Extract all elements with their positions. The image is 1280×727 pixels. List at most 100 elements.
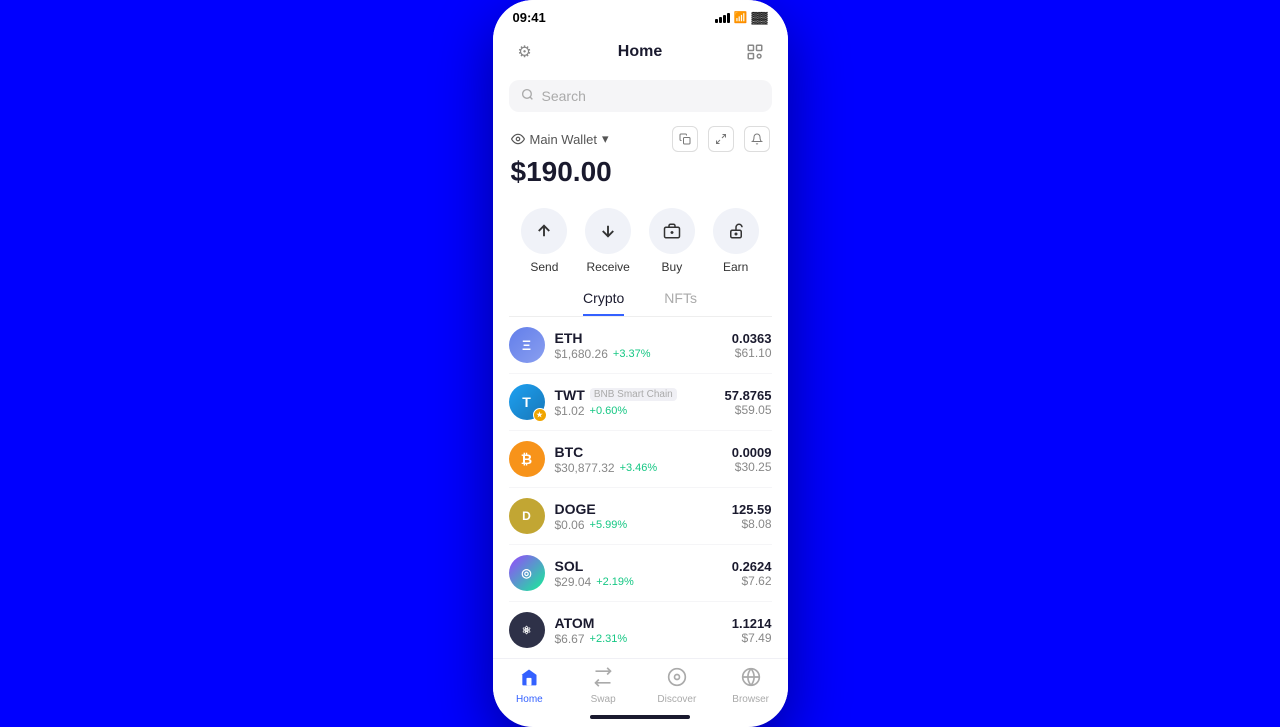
nav-browser-label: Browser bbox=[732, 694, 769, 705]
twt-network: BNB Smart Chain bbox=[590, 388, 677, 401]
notification-icon[interactable] bbox=[744, 126, 770, 152]
scan-icon[interactable] bbox=[741, 38, 769, 66]
buy-button[interactable]: Buy bbox=[649, 208, 695, 274]
atom-price: $6.67 bbox=[555, 632, 585, 646]
eth-ticker: ETH bbox=[555, 330, 583, 346]
wallet-right-icons bbox=[672, 126, 770, 152]
bottom-nav: Home Swap Discover bbox=[493, 658, 788, 711]
doge-values: 125.59 $8.08 bbox=[732, 502, 772, 531]
send-button[interactable]: Send bbox=[521, 208, 567, 274]
wallet-name: Main Wallet bbox=[530, 132, 597, 147]
eye-icon bbox=[511, 132, 525, 146]
copy-icon[interactable] bbox=[672, 126, 698, 152]
list-item[interactable]: ₿ BTC $30,877.32 +3.46% 0.0009 $30.25 bbox=[509, 431, 772, 488]
atom-icon: ⚛ bbox=[509, 612, 545, 648]
signal-icon bbox=[715, 13, 730, 23]
twt-price: $1.02 bbox=[555, 404, 585, 418]
list-item[interactable]: ◎ SOL $29.04 +2.19% 0.2624 $7.62 bbox=[509, 545, 772, 602]
atom-ticker: ATOM bbox=[555, 615, 595, 631]
crypto-list: Ξ ETH $1,680.26 +3.37% 0.0363 $61.10 T ★ bbox=[493, 317, 788, 658]
twt-ticker: TWT bbox=[555, 387, 585, 403]
nav-home-label: Home bbox=[516, 694, 543, 705]
expand-icon[interactable] bbox=[708, 126, 734, 152]
wallet-dropdown-icon[interactable]: ▾ bbox=[602, 131, 609, 147]
send-icon-circle bbox=[521, 208, 567, 254]
btc-price: $30,877.32 bbox=[555, 461, 615, 475]
sol-amount: 0.2624 bbox=[732, 559, 772, 574]
receive-icon-circle bbox=[585, 208, 631, 254]
atom-amount: 1.1214 bbox=[732, 616, 772, 631]
buy-icon-circle bbox=[649, 208, 695, 254]
battery-icon: ▓▓ bbox=[751, 12, 767, 24]
wallet-section: Main Wallet ▾ bbox=[493, 122, 788, 198]
home-icon bbox=[519, 667, 539, 692]
sol-ticker: SOL bbox=[555, 558, 584, 574]
asset-tabs: Crypto NFTs bbox=[509, 290, 772, 317]
twt-amount: 57.8765 bbox=[725, 388, 772, 403]
eth-change: +3.37% bbox=[613, 348, 651, 360]
doge-ticker: DOGE bbox=[555, 501, 596, 517]
doge-amount: 125.59 bbox=[732, 502, 772, 517]
sol-usd: $7.62 bbox=[732, 574, 772, 588]
sol-values: 0.2624 $7.62 bbox=[732, 559, 772, 588]
nav-swap[interactable]: Swap bbox=[578, 667, 628, 705]
home-indicator bbox=[590, 715, 690, 719]
settings-icon[interactable]: ⚙ bbox=[511, 38, 539, 66]
btc-icon: ₿ bbox=[509, 441, 545, 477]
wifi-icon: 📶 bbox=[734, 11, 748, 24]
earn-icon-circle bbox=[713, 208, 759, 254]
search-bar[interactable]: Search bbox=[509, 80, 772, 112]
list-item[interactable]: Ξ ETH $1,680.26 +3.37% 0.0363 $61.10 bbox=[509, 317, 772, 374]
twt-info: TWT BNB Smart Chain $1.02 +0.60% bbox=[555, 387, 725, 418]
browser-icon bbox=[741, 667, 761, 692]
twt-usd: $59.05 bbox=[725, 403, 772, 417]
atom-info: ATOM $6.67 +2.31% bbox=[555, 615, 732, 646]
doge-price: $0.06 bbox=[555, 518, 585, 532]
doge-change: +5.99% bbox=[590, 519, 628, 531]
btc-info: BTC $30,877.32 +3.46% bbox=[555, 444, 732, 475]
phone-frame: 09:41 📶 ▓▓ ⚙ Home bbox=[493, 0, 788, 727]
nav-swap-label: Swap bbox=[591, 694, 616, 705]
btc-change: +3.46% bbox=[620, 462, 658, 474]
tab-crypto[interactable]: Crypto bbox=[583, 290, 624, 316]
tab-nfts[interactable]: NFTs bbox=[664, 290, 697, 316]
list-item[interactable]: T ★ TWT BNB Smart Chain $1.02 +0.60% 57.… bbox=[509, 374, 772, 431]
wallet-balance: $190.00 bbox=[511, 156, 770, 188]
discover-icon bbox=[667, 667, 687, 692]
status-time: 09:41 bbox=[513, 10, 546, 25]
nav-discover-label: Discover bbox=[657, 694, 696, 705]
twt-badge: ★ bbox=[533, 408, 547, 422]
btc-ticker: BTC bbox=[555, 444, 584, 460]
receive-button[interactable]: Receive bbox=[585, 208, 631, 274]
btc-values: 0.0009 $30.25 bbox=[732, 445, 772, 474]
search-icon bbox=[521, 88, 534, 104]
action-buttons: Send Receive Buy bbox=[493, 198, 788, 290]
status-icons: 📶 ▓▓ bbox=[715, 11, 768, 24]
nav-browser[interactable]: Browser bbox=[726, 667, 776, 705]
nav-discover[interactable]: Discover bbox=[652, 667, 702, 705]
page-title: Home bbox=[618, 43, 662, 61]
twt-values: 57.8765 $59.05 bbox=[725, 388, 772, 417]
send-label: Send bbox=[530, 260, 558, 274]
list-item[interactable]: D DOGE $0.06 +5.99% 125.59 $8.08 bbox=[509, 488, 772, 545]
btc-amount: 0.0009 bbox=[732, 445, 772, 460]
wallet-label-row: Main Wallet ▾ bbox=[511, 126, 770, 152]
search-placeholder: Search bbox=[542, 88, 760, 104]
atom-values: 1.1214 $7.49 bbox=[732, 616, 772, 645]
earn-label: Earn bbox=[723, 260, 748, 274]
sol-info: SOL $29.04 +2.19% bbox=[555, 558, 732, 589]
eth-price: $1,680.26 bbox=[555, 347, 608, 361]
eth-values: 0.0363 $61.10 bbox=[732, 331, 772, 360]
sol-price: $29.04 bbox=[555, 575, 592, 589]
eth-usd: $61.10 bbox=[732, 346, 772, 360]
wallet-label: Main Wallet ▾ bbox=[511, 131, 609, 147]
swap-icon bbox=[593, 667, 613, 692]
sol-icon: ◎ bbox=[509, 555, 545, 591]
sol-change: +2.19% bbox=[596, 576, 634, 588]
header: ⚙ Home bbox=[493, 30, 788, 74]
eth-info: ETH $1,680.26 +3.37% bbox=[555, 330, 732, 361]
list-item[interactable]: ⚛ ATOM $6.67 +2.31% 1.1214 $7.49 bbox=[509, 602, 772, 658]
atom-change: +2.31% bbox=[590, 633, 628, 645]
nav-home[interactable]: Home bbox=[504, 667, 554, 705]
earn-button[interactable]: Earn bbox=[713, 208, 759, 274]
